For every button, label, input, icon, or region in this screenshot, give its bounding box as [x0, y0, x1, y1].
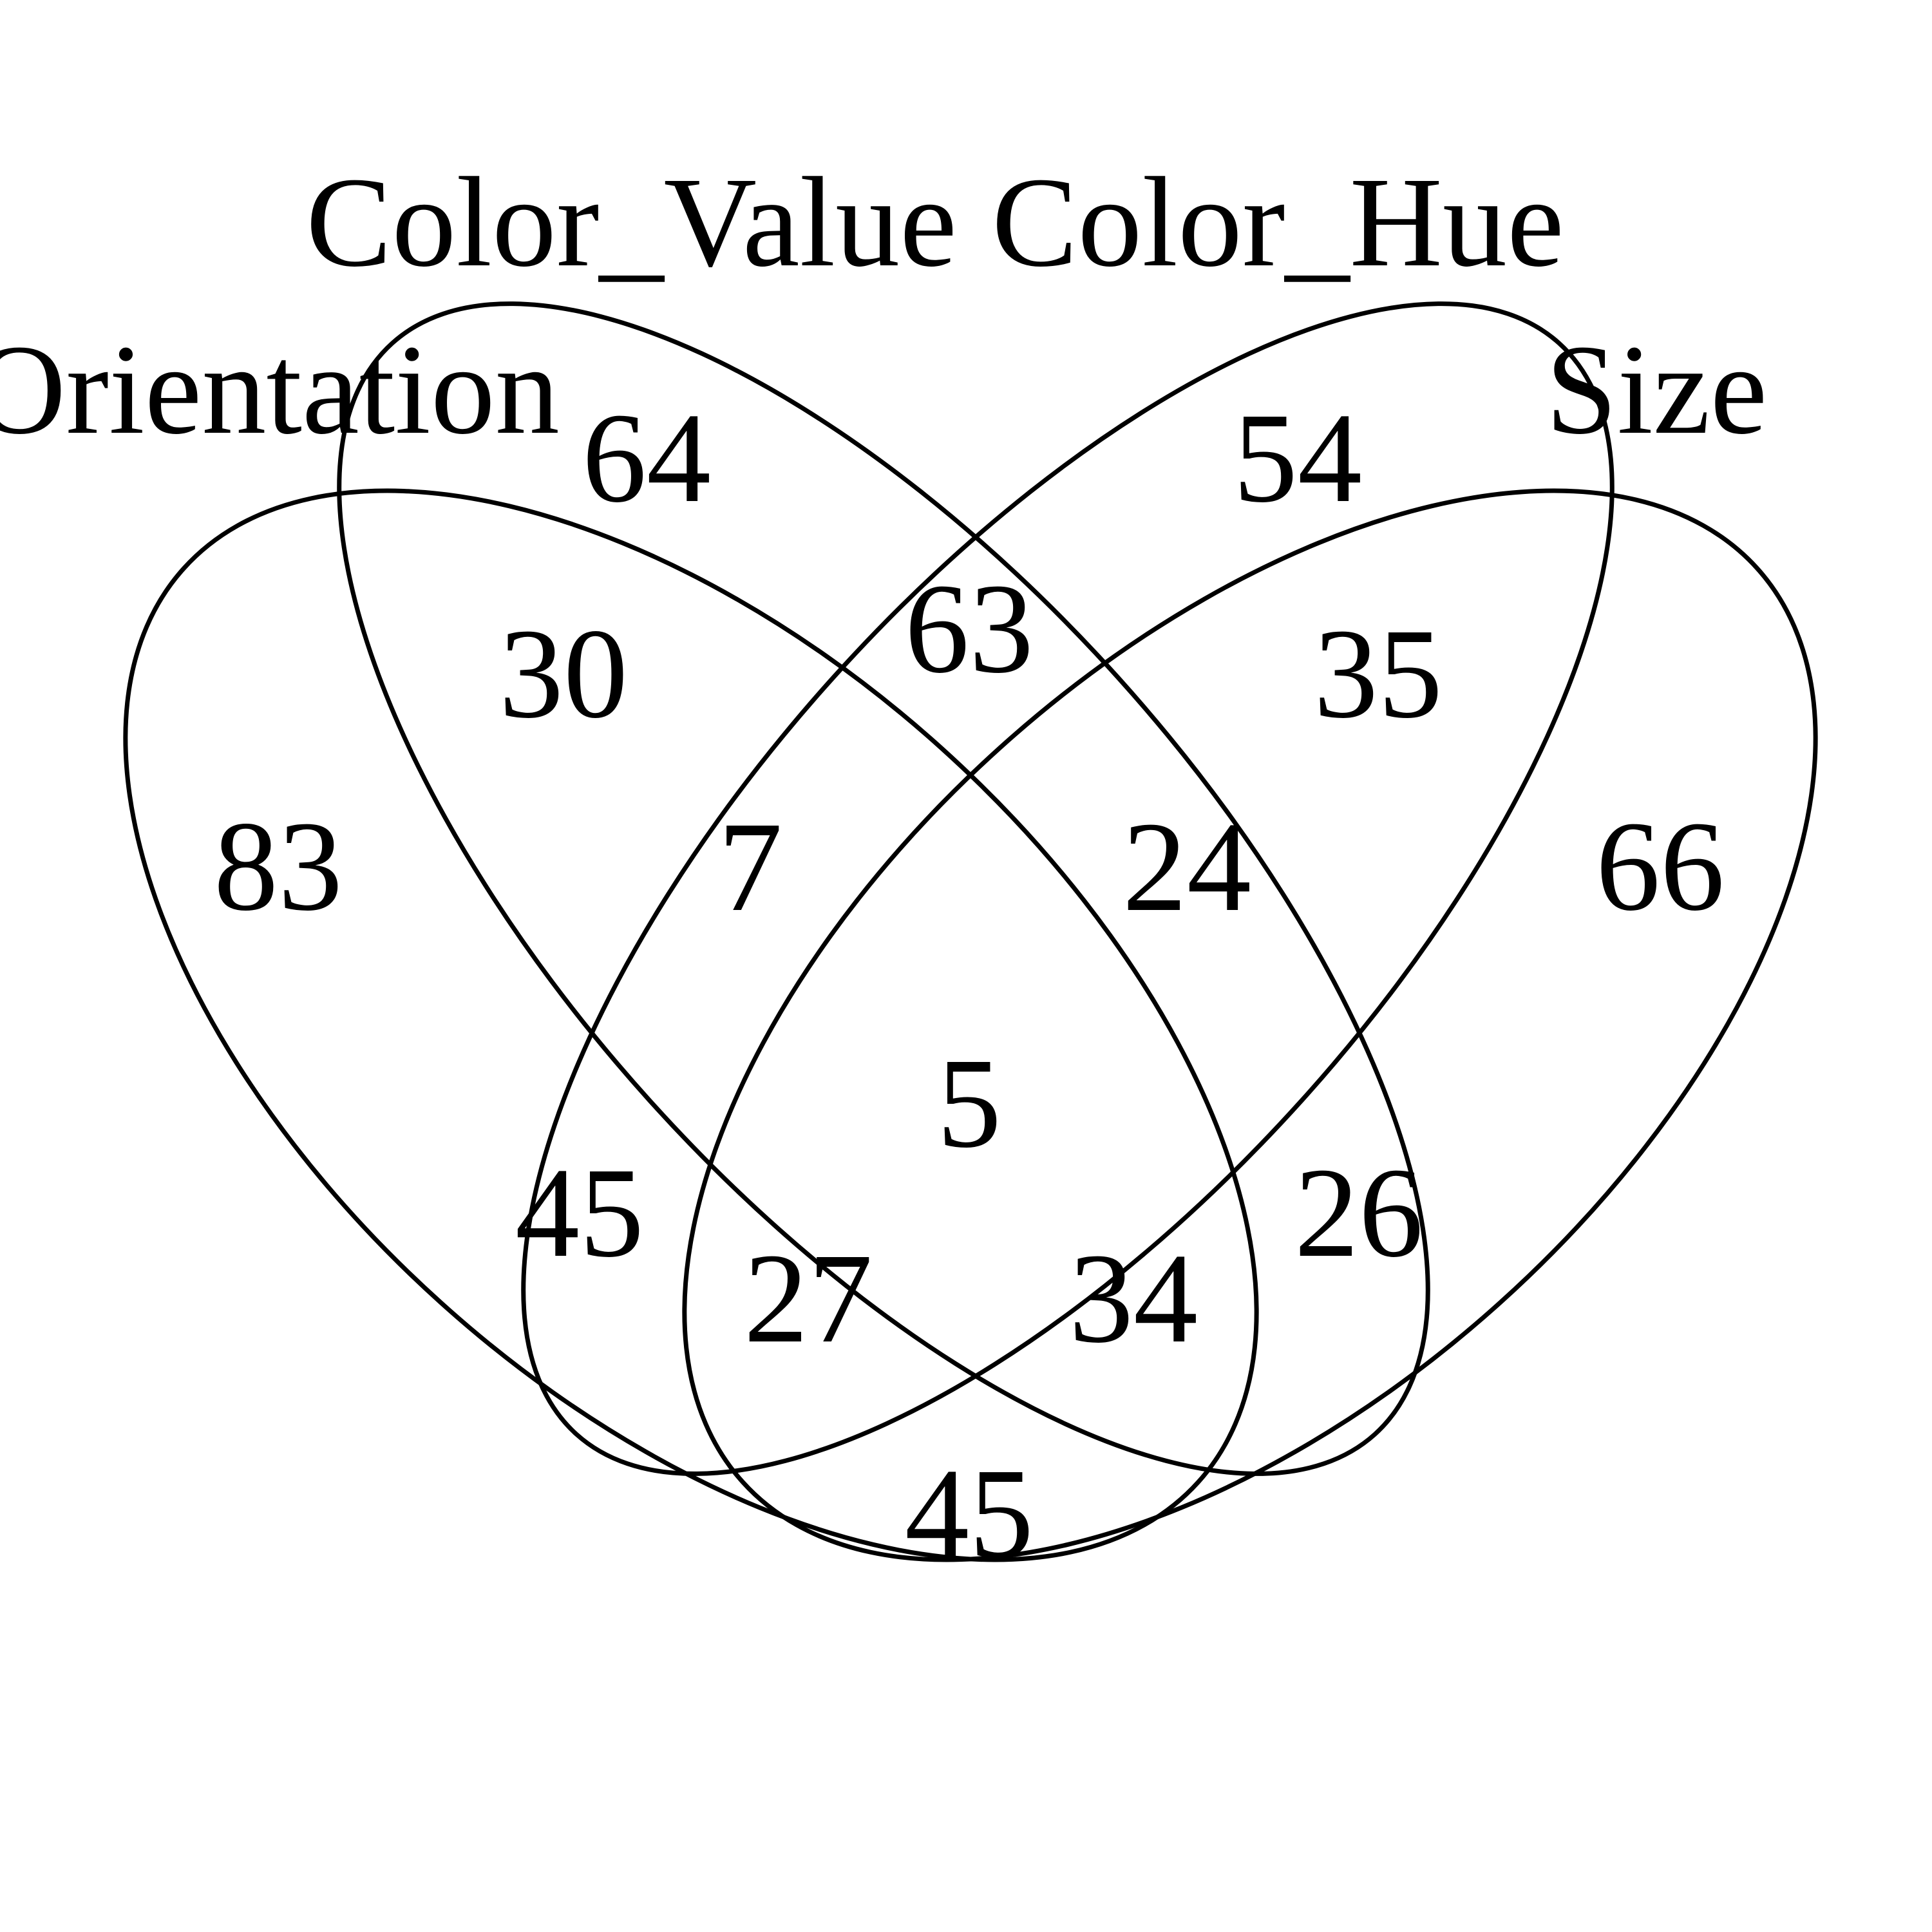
count-orientation-color-value-color-hue: 7	[718, 796, 782, 938]
venn-diagram: Color_Value Color_Hue Orientation Size 8…	[0, 151, 1818, 1585]
set-label-orientation: Orientation	[0, 319, 560, 461]
set-label-color-hue: Color_Hue	[992, 151, 1564, 294]
count-orientation-color-value-size: 34	[1069, 1227, 1198, 1370]
set-label-size: Size	[1546, 319, 1767, 461]
count-orientation-color-hue: 45	[515, 1142, 644, 1284]
count-color-value-color-hue: 63	[905, 558, 1034, 700]
count-all-four: 5	[937, 1032, 1001, 1175]
count-color-value-color-hue-size: 24	[1122, 796, 1251, 938]
count-color-hue-size: 35	[1314, 603, 1443, 745]
count-orientation-color-value: 30	[499, 603, 628, 745]
count-color-value-size: 26	[1294, 1142, 1423, 1284]
count-size-only: 66	[1596, 795, 1725, 938]
count-orientation-only: 83	[214, 795, 343, 938]
orientation-set-outline	[123, 488, 1259, 1562]
count-color-hue-only: 54	[1233, 387, 1362, 529]
set-label-color-value: Color_Value	[306, 151, 957, 294]
count-color-value-only: 64	[582, 387, 711, 529]
count-orientation-color-hue-size: 27	[744, 1227, 873, 1370]
count-orientation-size: 45	[905, 1443, 1034, 1585]
